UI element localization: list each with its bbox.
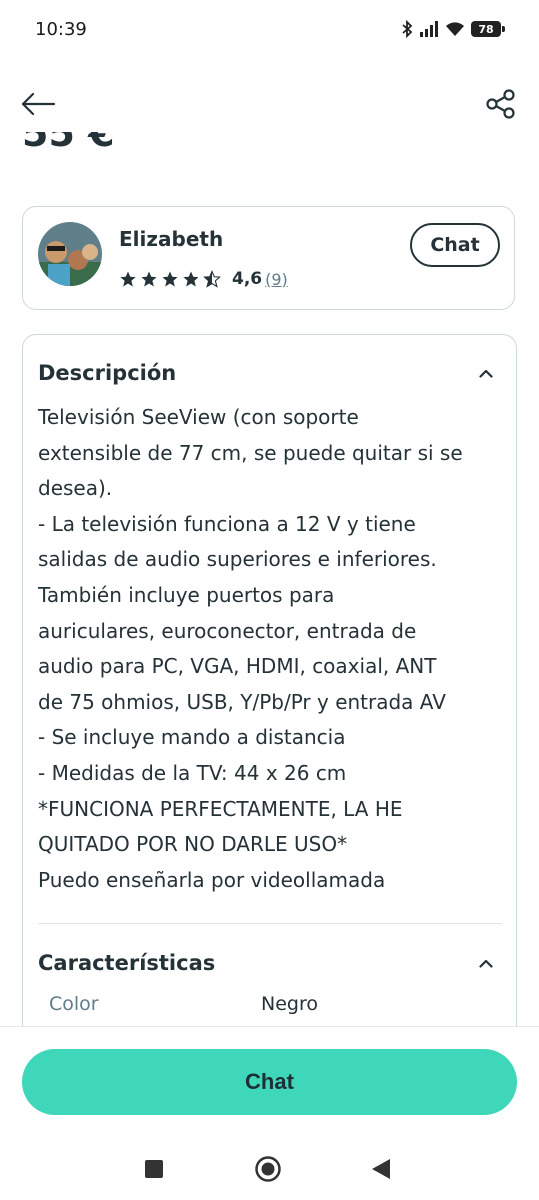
arrow-left-icon	[21, 92, 56, 116]
home-circle-icon	[255, 1156, 281, 1182]
characteristics-toggle[interactable]	[478, 955, 494, 971]
price-text: 55 €	[22, 132, 115, 155]
status-bar: 10:39 78	[0, 0, 539, 62]
price: 55 €	[22, 132, 115, 162]
star-filled-icon	[141, 271, 157, 287]
avatar-image	[38, 222, 102, 286]
share-button[interactable]	[483, 84, 519, 124]
recents-button[interactable]	[139, 1154, 169, 1184]
description-title[interactable]: Descripción	[38, 361, 176, 385]
star-filled-icon	[183, 271, 199, 287]
star-filled-icon	[120, 271, 136, 287]
description-card: Descripción Televisión SeeView (con sopo…	[22, 334, 517, 1054]
triangle-back-icon	[372, 1159, 390, 1179]
status-icons: 78	[401, 20, 505, 38]
square-icon	[145, 1160, 163, 1178]
battery-icon: 78	[471, 21, 505, 37]
avatar[interactable]	[38, 222, 102, 286]
description-text: Televisión SeeView (con soporte extensib…	[38, 405, 463, 892]
chevron-up-icon	[479, 959, 493, 968]
characteristic-value: Negro	[261, 993, 318, 1015]
share-icon	[486, 89, 515, 119]
signal-icon	[420, 21, 438, 37]
bluetooth-icon	[402, 20, 413, 38]
bottom-action-bar: Chat	[0, 1026, 539, 1147]
description-toggle[interactable]	[478, 365, 494, 381]
seller-chat-button[interactable]: Chat	[410, 223, 500, 267]
back-system-button[interactable]	[366, 1154, 396, 1184]
top-nav	[0, 80, 539, 128]
divider	[38, 923, 502, 924]
seller-rating[interactable]: 4,6 (9)	[119, 269, 288, 289]
characteristic-label: Color	[49, 993, 99, 1015]
chat-button[interactable]: Chat	[22, 1049, 517, 1115]
star-filled-icon	[162, 271, 178, 287]
star-half-icon	[203, 270, 221, 288]
chevron-up-icon	[479, 369, 493, 378]
rating-value: 4,6	[232, 269, 263, 289]
characteristics-title[interactable]: Características	[38, 951, 215, 975]
rating-count-link[interactable]: (9)	[265, 270, 288, 289]
wifi-icon	[446, 22, 464, 36]
back-button[interactable]	[18, 86, 58, 122]
status-time: 10:39	[35, 19, 87, 40]
seller-card[interactable]: Elizabeth 4,6 (9) Chat	[22, 206, 515, 310]
seller-name[interactable]: Elizabeth	[119, 227, 223, 251]
home-button[interactable]	[253, 1154, 283, 1184]
system-nav-bar	[0, 1140, 539, 1200]
